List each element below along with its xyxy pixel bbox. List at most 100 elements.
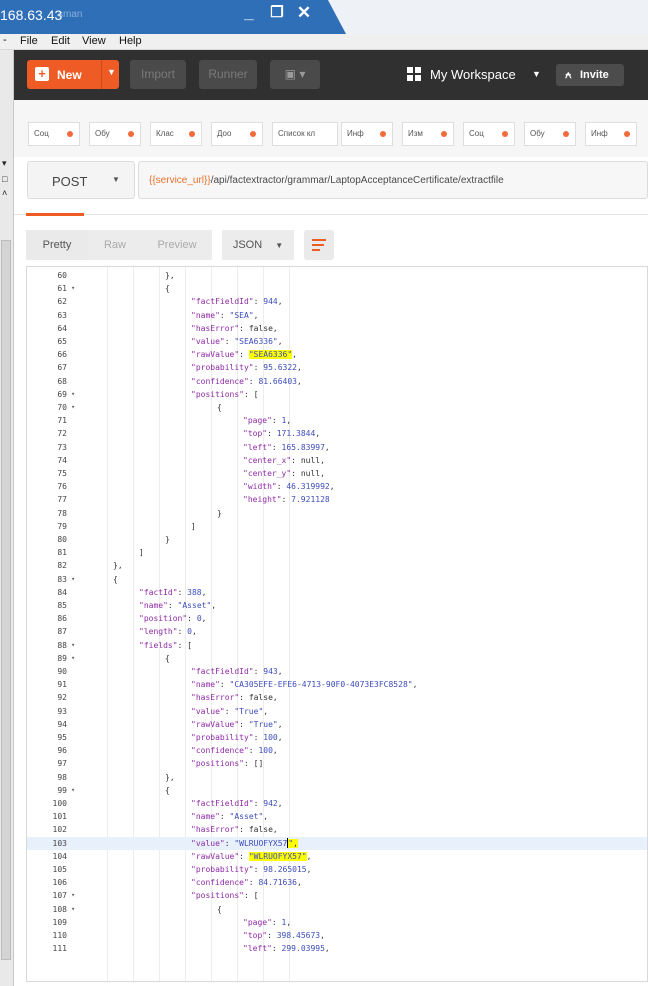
- code-text: "value": "WLRUOFYX57",: [191, 838, 298, 849]
- code-line: 63 "name": "SEA",: [27, 309, 647, 322]
- json-value: 46.319992: [286, 482, 330, 492]
- runner-button[interactable]: Runner: [199, 60, 257, 89]
- line-number: 65: [57, 337, 67, 346]
- json-key: "width": [243, 482, 277, 492]
- request-tab[interactable]: Обу: [89, 122, 141, 146]
- request-tab[interactable]: Изм: [402, 122, 454, 146]
- format-label: JSON: [232, 239, 263, 251]
- menu-help[interactable]: Help: [119, 35, 142, 47]
- fold-toggle-icon[interactable]: ▾: [71, 282, 81, 295]
- close-icon[interactable]: ✕: [291, 3, 317, 23]
- method-label: POST: [52, 174, 88, 189]
- code-text: "value": "True",: [191, 706, 269, 716]
- code-text: "length": 0,: [139, 627, 197, 637]
- line-number: 66: [57, 350, 67, 360]
- background-scrollbar[interactable]: [1, 240, 11, 960]
- json-key: "page": [243, 416, 272, 426]
- request-tab[interactable]: Список кл: [272, 122, 338, 146]
- code-text: "left": 299.03995,: [243, 944, 330, 954]
- url-variable: {{service_url}}: [149, 175, 211, 186]
- code-text: },: [165, 772, 175, 782]
- code-line: 103 "value": "WLRUOFYX57",: [27, 836, 647, 850]
- fold-toggle-icon[interactable]: ▾: [71, 903, 81, 916]
- code-text: "factFieldId": 944,: [191, 297, 283, 307]
- new-window-button[interactable]: ▣ ▾: [270, 60, 320, 89]
- json-value: 84.71636: [258, 878, 297, 888]
- restore-icon[interactable]: ❐: [264, 3, 290, 21]
- code-line: 74 "center_x": null,: [27, 454, 647, 467]
- code-line: 85 "name": "Asset",: [27, 599, 647, 612]
- line-number: 109: [52, 917, 67, 927]
- code-text: "name": "SEA",: [191, 310, 259, 320]
- request-bar: POST ▼ {{service_url}}/api/factextractor…: [14, 157, 648, 203]
- chevron-down-icon[interactable]: ▼: [107, 67, 116, 77]
- code-text: "width": 46.319992,: [243, 482, 335, 492]
- line-number: 105: [52, 865, 67, 874]
- json-value: 7.921128: [291, 495, 330, 505]
- code-text: {: [165, 785, 170, 795]
- json-key: "top": [243, 429, 268, 439]
- json-value: 944: [263, 297, 278, 307]
- code-text: "factId": 388,: [139, 587, 207, 597]
- line-number: 69: [57, 389, 67, 399]
- code-text: "fields": [: [139, 640, 192, 650]
- line-number: 62: [57, 297, 67, 307]
- line-number: 95: [57, 733, 67, 742]
- tab-label: Соц: [34, 129, 49, 138]
- request-tab[interactable]: Соц: [463, 122, 515, 146]
- url-input[interactable]: {{service_url}}/api/factextractor/gramma…: [138, 161, 648, 199]
- json-value: 165.83997: [281, 442, 325, 452]
- line-number: 89: [57, 653, 67, 663]
- pretty-button[interactable]: Pretty: [26, 230, 88, 260]
- request-tab[interactable]: Соц: [28, 122, 80, 146]
- fold-toggle-icon[interactable]: ▾: [71, 388, 81, 401]
- new-button[interactable]: + New ▼: [27, 60, 119, 89]
- line-number: 72: [57, 429, 67, 439]
- code-text: "hasError": false,: [191, 323, 278, 333]
- request-tab[interactable]: Доо: [211, 122, 263, 146]
- user-plus-icon: ⍲: [565, 69, 572, 81]
- fold-toggle-icon[interactable]: ▾: [71, 784, 81, 797]
- wrap-lines-icon[interactable]: [304, 230, 334, 260]
- menu-view[interactable]: View: [82, 35, 106, 47]
- workspace-selector[interactable]: My Workspace: [430, 67, 516, 82]
- json-value: null: [300, 455, 321, 465]
- raw-button[interactable]: Raw: [88, 230, 142, 260]
- line-number: 60: [57, 271, 67, 280]
- code-text: "center_y": null,: [243, 469, 325, 478]
- import-button[interactable]: Import: [130, 60, 186, 89]
- code-text: "rawValue": "WLRUOFYX57",: [191, 851, 312, 861]
- json-value: 388: [187, 587, 202, 597]
- code-line: 80}: [27, 533, 647, 546]
- tab-label: Список кл: [278, 129, 316, 138]
- request-tab[interactable]: Клас: [150, 122, 202, 146]
- code-text: "left": 165.83997,: [243, 442, 330, 452]
- format-select[interactable]: JSON ▼: [222, 230, 294, 260]
- fold-toggle-icon[interactable]: ▾: [71, 652, 81, 665]
- menu-edit[interactable]: Edit: [51, 35, 70, 47]
- fold-toggle-icon[interactable]: ▾: [71, 401, 81, 414]
- fold-toggle-icon[interactable]: ▾: [71, 889, 81, 902]
- line-number: 70: [57, 403, 67, 412]
- minimize-icon[interactable]: _: [236, 3, 262, 23]
- request-tab[interactable]: Инф: [341, 122, 393, 146]
- system-menu-icon[interactable]: -: [3, 34, 7, 46]
- unsaved-dot-icon: [128, 131, 134, 137]
- fold-toggle-icon[interactable]: ▾: [71, 573, 81, 586]
- line-number: 110: [52, 931, 67, 940]
- preview-button[interactable]: Preview: [142, 230, 212, 260]
- code-text: "confidence": 81.66403,: [191, 376, 302, 386]
- request-tab[interactable]: Инф: [585, 122, 637, 146]
- tab-label: Инф: [347, 129, 364, 138]
- invite-button[interactable]: ⍲ Invite: [556, 64, 624, 86]
- request-tab[interactable]: Обу: [524, 122, 576, 146]
- json-value: 95.6322: [263, 363, 297, 373]
- json-key: "hasError": [191, 323, 240, 333]
- response-body-editor[interactable]: 60}, 61 ▾ {62 "factFieldId": 944, 63 "name": "…: [26, 266, 648, 982]
- method-select[interactable]: POST ▼: [27, 161, 135, 199]
- chevron-down-icon[interactable]: ▼: [532, 69, 541, 79]
- menu-file[interactable]: File: [20, 35, 38, 47]
- line-number: 81: [57, 548, 67, 558]
- fold-toggle-icon[interactable]: ▾: [71, 639, 81, 652]
- code-text: "top": 171.3844,: [243, 429, 321, 439]
